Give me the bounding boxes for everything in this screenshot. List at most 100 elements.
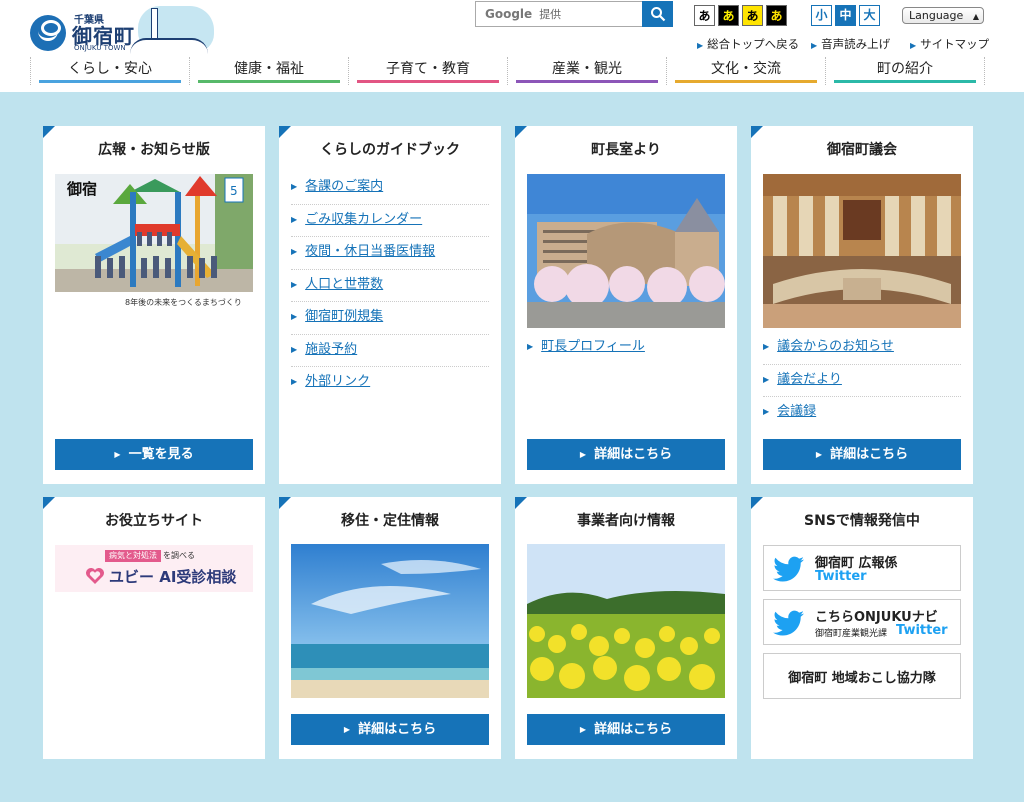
search-placeholder: 提供 <box>539 8 562 21</box>
triangle-right-icon: ▶ <box>114 450 121 459</box>
link-facility-booking[interactable]: ▶ 施設予約 <box>291 335 489 367</box>
card-corner <box>279 497 291 509</box>
nav-item-kosodate[interactable]: 子育て・教育 <box>348 57 507 85</box>
google-brand: Google <box>485 7 533 21</box>
card-corner <box>279 126 291 138</box>
card-corner <box>751 126 763 138</box>
business-detail-button[interactable]: ▶ 詳細はこちら <box>527 714 725 745</box>
card-title: SNSで情報発信中 <box>804 513 920 529</box>
card-council: 御宿町議会 ▶ 議会からのお知らせ ▶ 議会だより ▶ 会議録 ▶ 詳細はこちら <box>751 126 973 484</box>
link-minutes[interactable]: ▶ 会議録 <box>763 397 961 430</box>
card-title: お役立ちサイト <box>105 513 203 529</box>
koho-cover-caption: 8年後の未来をつくるまちづくり <box>125 297 242 307</box>
sns-subtitle: 御宿町産業観光課 <box>815 629 888 639</box>
koho-list-button[interactable]: ▶ 一覧を見る <box>55 439 253 470</box>
font-size-switcher: 小 中 大 <box>811 5 880 26</box>
language-select[interactable]: Language ▲ <box>902 7 984 24</box>
logo-roman: ONJUKU TOWN <box>74 44 126 52</box>
nav-label: 町の紹介 <box>877 61 933 77</box>
nav-item-shokai[interactable]: 町の紹介 <box>825 57 985 85</box>
svg-text:5: 5 <box>230 184 238 198</box>
link-garbage-calendar[interactable]: ▶ ごみ収集カレンダー <box>291 205 489 237</box>
link-mayor-profile[interactable]: ▶ 町長プロフィール <box>527 332 725 365</box>
search-button[interactable] <box>642 1 673 27</box>
color-yellow-button[interactable]: あ <box>742 5 763 26</box>
button-label: 詳細はこちら <box>594 722 673 737</box>
council-detail-button[interactable]: ▶ 詳細はこちら <box>763 439 961 470</box>
mayor-link-list: ▶ 町長プロフィール <box>527 332 725 365</box>
link-council-letter[interactable]: ▶ 議会だより <box>763 365 961 397</box>
ubie-banner[interactable]: 病気と対処法 を調べる ユビー AI受診相談 <box>55 545 253 592</box>
search-input[interactable]: Google 提供 <box>475 1 643 27</box>
mayor-detail-button[interactable]: ▶ 詳細はこちら <box>527 439 725 470</box>
link-label: ごみ収集カレンダー <box>305 211 423 227</box>
sns-chiiki-okoshi[interactable]: 御宿町 地域おこし協力隊 <box>763 653 961 699</box>
svg-text:御宿: 御宿 <box>66 180 97 198</box>
link-label: 町長プロフィール <box>541 339 645 354</box>
color-dark-yellow-button[interactable]: あ <box>766 5 787 26</box>
nav-item-kenko[interactable]: 健康・福祉 <box>189 57 348 85</box>
migration-detail-button[interactable]: ▶ 詳細はこちら <box>291 714 489 745</box>
triangle-right-icon: ▶ <box>291 182 298 191</box>
nav-item-sangyo[interactable]: 産業・観光 <box>507 57 666 85</box>
link-council-news[interactable]: ▶ 議会からのお知らせ <box>763 332 961 365</box>
triangle-right-icon: ▶ <box>291 312 298 321</box>
triangle-right-icon: ▶ <box>291 344 298 354</box>
link-departments[interactable]: ▶ 各課のご案内 <box>291 172 489 205</box>
ubie-tag: 病気と対処法 <box>105 550 161 562</box>
global-nav: くらし・安心 健康・福祉 子育て・教育 産業・観光 文化・交流 町の紹介 <box>30 57 985 85</box>
card-corner <box>515 497 527 509</box>
guidebook-link-list: ▶ 各課のご案内 ▶ ごみ収集カレンダー ▶ 夜間・休日当番医情報 ▶ 人口と世帯数 ▶… <box>291 172 489 400</box>
triangle-right-icon: ▶ <box>763 374 770 384</box>
card-title: 御宿町議会 <box>827 142 897 158</box>
link-label: 人口と世帯数 <box>305 276 384 292</box>
triangle-right-icon: ▶ <box>697 41 704 50</box>
link-label: 議会からのお知らせ <box>777 339 894 354</box>
council-link-list: ▶ 議会からのお知らせ ▶ 議会だより ▶ 会議録 <box>763 332 961 430</box>
color-white-button[interactable]: あ <box>694 5 715 26</box>
nav-label: 健康・福祉 <box>234 61 304 77</box>
triangle-right-icon: ▶ <box>579 450 587 459</box>
util-link-label: サイトマップ <box>920 37 990 51</box>
util-link-speech[interactable]: ▶ 音声読み上げ <box>811 36 890 52</box>
town-emblem-icon <box>30 15 66 51</box>
card-corner <box>43 126 55 138</box>
koho-cover-image[interactable]: 御宿 5 8年後の未来をつくるまちづくり <box>55 174 253 313</box>
link-external[interactable]: ▶ 外部リンク <box>291 367 489 400</box>
nav-underline <box>357 80 499 83</box>
link-regulations[interactable]: ▶ 御宿町例規集 <box>291 302 489 335</box>
link-population[interactable]: ▶ 人口と世帯数 <box>291 270 489 302</box>
triangle-right-icon: ▶ <box>527 342 534 351</box>
nav-label: 産業・観光 <box>552 61 622 77</box>
card-corner <box>751 497 763 509</box>
sns-label: 御宿町 地域おこし協力隊 <box>788 671 936 686</box>
ubie-tag-suffix: を調べる <box>163 551 195 560</box>
nav-label: 子育て・教育 <box>386 61 470 77</box>
card-migration: 移住・定住情報 ▶ 詳細はこちら <box>279 497 501 759</box>
card-corner <box>43 497 55 509</box>
link-label: 外部リンク <box>305 374 371 389</box>
font-large-button[interactable]: 大 <box>859 5 880 26</box>
triangle-right-icon: ▶ <box>291 377 298 386</box>
site-header: 千葉県 御宿町 ONJUKU TOWN Google 提供 あ あ あ あ 小 … <box>0 0 1024 92</box>
sns-service: Twitter <box>815 569 867 584</box>
util-link-top[interactable]: ▶ 総合トップへ戻る <box>697 36 799 52</box>
button-label: 詳細はこちら <box>594 447 673 462</box>
font-medium-button[interactable]: 中 <box>835 5 856 26</box>
sns-twitter-onjuku-navi[interactable]: こちらONJUKUナビ 御宿町産業観光課 Twitter <box>763 599 961 645</box>
link-night-doctor[interactable]: ▶ 夜間・休日当番医情報 <box>291 237 489 270</box>
nav-item-bunka[interactable]: 文化・交流 <box>666 57 825 85</box>
link-label: 議会だより <box>777 371 842 387</box>
util-link-sitemap[interactable]: ▶ サイトマップ <box>910 36 989 52</box>
card-title: 広報・お知らせ版 <box>98 142 210 158</box>
color-black-button[interactable]: あ <box>718 5 739 26</box>
card-corner <box>515 126 527 138</box>
font-small-button[interactable]: 小 <box>811 5 832 26</box>
nav-item-kurashi[interactable]: くらし・安心 <box>30 57 189 85</box>
sns-twitter-koho[interactable]: 御宿町 広報係 Twitter <box>763 545 961 591</box>
button-label: 詳細はこちら <box>830 447 909 462</box>
card-mayor: 町長室より ▶ 町長プロフィール ▶ 詳細はこちら <box>515 126 737 484</box>
util-link-label: 音声読み上げ <box>821 37 891 51</box>
site-logo[interactable]: 千葉県 御宿町 ONJUKU TOWN <box>30 6 215 54</box>
triangle-right-icon: ▶ <box>811 41 818 50</box>
